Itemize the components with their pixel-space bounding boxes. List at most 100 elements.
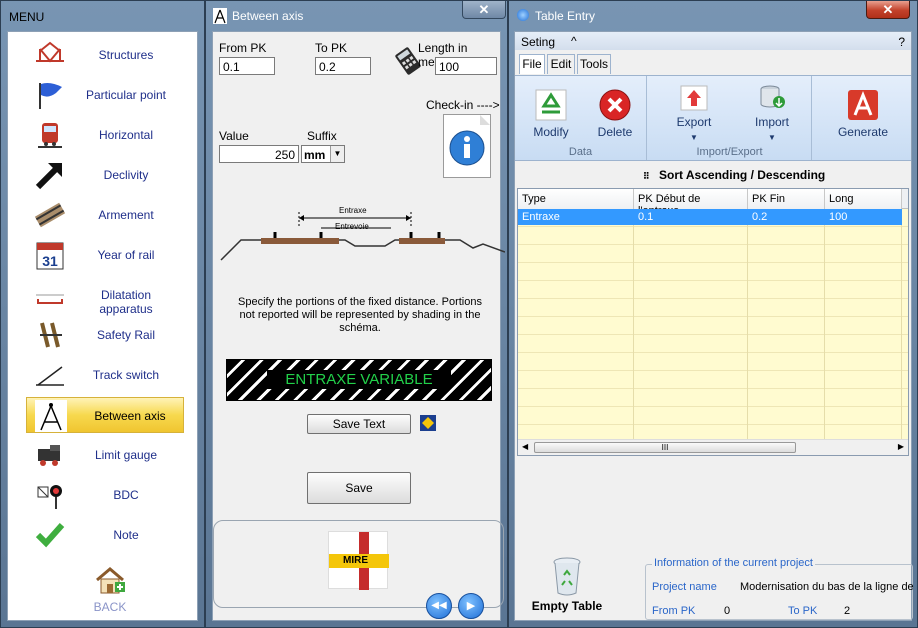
table-cell: 100 [829, 211, 848, 223]
menu-item-label: Safety Rail [96, 328, 156, 342]
menu-item-horizontal[interactable]: Horizontal [26, 117, 176, 153]
arrow-up-right-icon [34, 159, 66, 191]
save-text-label: Save Text [332, 417, 386, 431]
tab-file[interactable]: File [519, 54, 545, 74]
length-field[interactable]: 100 [435, 57, 497, 75]
menu-item-label: Horizontal [98, 128, 154, 142]
horizontal-scrollbar[interactable]: ◀ III ▶ [518, 439, 908, 455]
compass-icon [213, 8, 227, 24]
back-button[interactable]: BACK [85, 566, 135, 618]
project-info-title: Information of the current project [652, 557, 815, 569]
sort-header[interactable]: ⠿ Sort Ascending / Descending [515, 165, 911, 185]
menu-item-label: BDC [113, 488, 139, 502]
to-pk-label: To PK [315, 41, 348, 55]
menu-item-armement[interactable]: Armement [26, 197, 176, 233]
modify-label: Modify [533, 125, 569, 139]
from-pk-label: From PK [219, 41, 267, 55]
table-row[interactable]: Entraxe 0.1 0.2 100 [518, 209, 902, 225]
track-switch-icon [34, 359, 66, 391]
save-label: Save [345, 481, 373, 495]
export-label: Export [676, 115, 712, 129]
suffix-label: Suffix [307, 129, 337, 143]
menu-item-label: Particular point [85, 88, 167, 102]
export-dropdown-icon[interactable]: ▼ [690, 133, 698, 142]
between-axis-window: Between axis ✕ From PK 0.1 To PK 0.2 Len… [205, 0, 508, 628]
scroll-right-icon[interactable]: ▶ [898, 442, 904, 451]
grid-lines [518, 209, 908, 439]
column-header[interactable]: PK Début de l'entraxe [634, 189, 748, 217]
grid-header: TypePK Début de l'entraxePK FinLong [518, 189, 908, 217]
menu-item-bdc[interactable]: BDC [26, 477, 176, 513]
menu-item-label: Armement [98, 208, 154, 222]
save-button[interactable]: Save [307, 472, 411, 504]
save-text-button[interactable]: Save Text [307, 414, 411, 434]
menu-item-safety-rail[interactable]: Safety Rail [26, 317, 176, 353]
suffix-value: mm [304, 148, 326, 162]
export-button[interactable]: Export ▼ [666, 82, 722, 143]
axis-close-button[interactable]: ✕ [462, 1, 506, 19]
menu-help[interactable]: ? [898, 35, 905, 49]
dilatation-icon [34, 279, 66, 311]
ribbon: Modify Delete Data Export ▼ Import ▼ Imp… [515, 75, 911, 161]
menu-item-track-switch[interactable]: Track switch [26, 357, 176, 393]
to-pk-field[interactable]: 0.2 [315, 57, 371, 75]
column-header[interactable]: PK Fin [748, 189, 825, 209]
chevron-down-icon: ▼ [330, 146, 344, 162]
table-panel: Seting ^ ? File Edit Tools Modify Delete… [514, 31, 914, 621]
menu-item-label: Year of rail [97, 248, 155, 262]
table-close-button[interactable]: ✕ [866, 1, 910, 19]
menu-item-limit-gauge[interactable]: Limit gauge [26, 437, 176, 473]
window-app-icon [517, 9, 529, 21]
checkin-button[interactable] [443, 114, 491, 178]
menu-item-particular-point[interactable]: Particular point [26, 77, 176, 113]
previous-button[interactable]: ◀◀ [426, 593, 452, 619]
table-title: Table Entry [535, 9, 596, 23]
diagram-label-outer: Entraxe [339, 206, 367, 215]
menu-window: MENU Structures Particular point Horizonta… [0, 0, 205, 628]
column-header[interactable]: Type [518, 189, 634, 209]
axis-titlebar: Between axis ✕ [206, 1, 507, 31]
ribbon-group-import-export: Export ▼ Import ▼ Import/Export [648, 76, 812, 160]
menu-collapse-caret[interactable]: ^ [571, 34, 577, 48]
hazard-icon[interactable] [420, 415, 436, 431]
tab-edit[interactable]: Edit [547, 54, 575, 74]
flag-icon [34, 79, 66, 111]
project-from-pk-value: 0 [724, 605, 731, 617]
play-icon: ▶ [466, 600, 476, 612]
scroll-left-icon[interactable]: ◀ [522, 442, 528, 451]
menu-item-structures[interactable]: Structures [26, 37, 176, 73]
suffix-select[interactable]: mm ▼ [301, 145, 345, 163]
menu-item-label: Structures [98, 48, 154, 62]
import-button[interactable]: Import ▼ [744, 82, 800, 143]
project-name-label: Project name [652, 581, 717, 593]
column-header[interactable]: Long [825, 189, 902, 209]
empty-table-label: Empty Table [531, 599, 603, 613]
modify-button[interactable]: Modify [521, 88, 581, 139]
next-button[interactable]: ▶ [458, 593, 484, 619]
calendar-icon: 31 [34, 239, 66, 271]
table-entry-window: Table Entry ✕ Seting ^ ? File Edit Tools M… [508, 0, 918, 628]
sort-label: Sort Ascending / Descending [659, 168, 826, 182]
train-icon [34, 119, 66, 151]
empty-table-button[interactable]: Empty Table [525, 557, 609, 619]
menu-item-declivity[interactable]: Declivity [26, 157, 176, 193]
svg-text:31: 31 [42, 253, 58, 269]
menu-seting[interactable]: Seting [521, 35, 555, 49]
export-icon [680, 85, 708, 111]
scroll-thumb[interactable]: III [534, 442, 796, 453]
generate-button[interactable]: Generate [833, 88, 893, 139]
info-icon [449, 115, 490, 166]
menu-item-label: Limit gauge [94, 448, 158, 462]
logo-panel: MIRE ◀◀ ▶ [213, 520, 504, 619]
from-pk-field[interactable]: 0.1 [219, 57, 275, 75]
menu-item-note[interactable]: Note [26, 517, 176, 553]
project-to-pk-value: 2 [844, 605, 851, 617]
value-field[interactable]: 250 [219, 145, 299, 163]
menu-item-year-of-rail[interactable]: 31 Year of rail [26, 237, 176, 273]
tab-tools[interactable]: Tools [577, 54, 611, 74]
import-dropdown-icon[interactable]: ▼ [768, 133, 776, 142]
delete-button[interactable]: Delete [587, 88, 643, 139]
menu-item-between-axis[interactable]: Between axis [26, 397, 184, 433]
menu-item-dilatation-apparatus[interactable]: Dilatation apparatus [26, 277, 176, 316]
diagram-label-inner: Entrevoie [335, 222, 369, 231]
